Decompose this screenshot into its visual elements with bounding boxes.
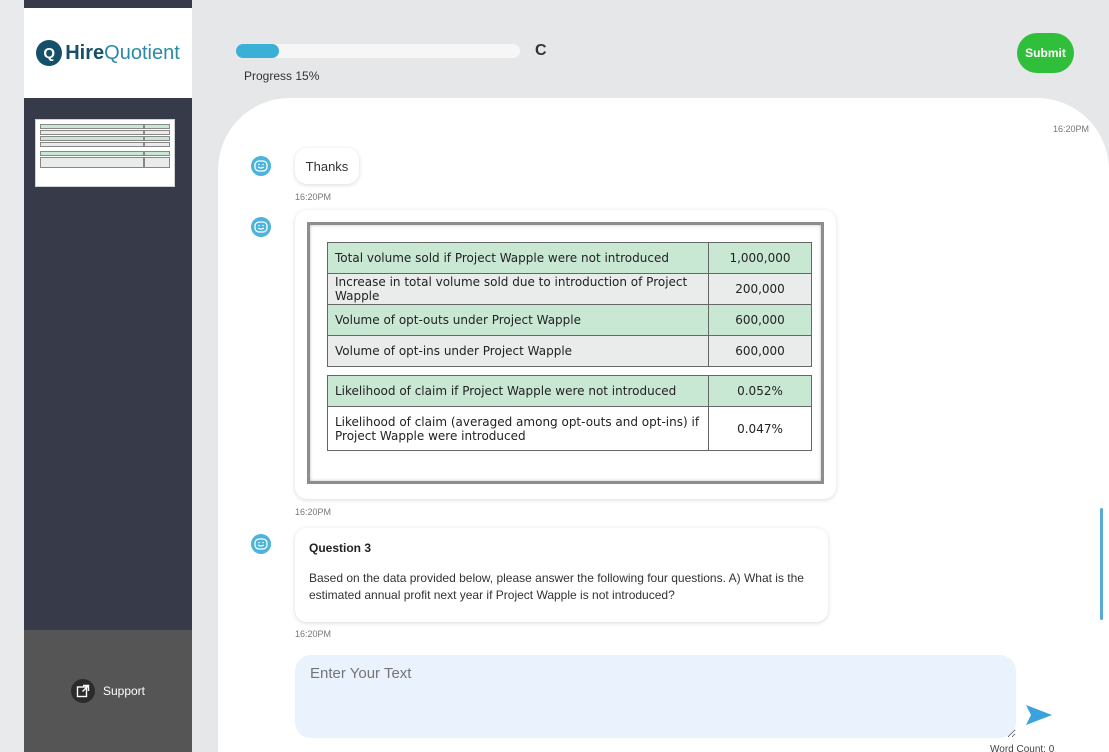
submit-button[interactable]: Submit xyxy=(1017,33,1074,73)
scrollbar[interactable] xyxy=(1100,508,1103,620)
support-area: Support xyxy=(24,630,192,752)
timestamp: 16:20PM xyxy=(295,507,332,517)
table-row: Total volume sold if Project Wapple were… xyxy=(327,242,812,274)
table-cell-label: Volume of opt-ins under Project Wapple xyxy=(327,335,709,367)
table-row: Increase in total volume sold due to int… xyxy=(327,273,812,305)
progress-label: Progress 15% xyxy=(244,69,320,83)
left-strip xyxy=(0,0,24,752)
sidebar: Q Hire Quotient Support xyxy=(24,0,192,752)
table-row: Likelihood of claim if Project Wapple we… xyxy=(327,375,812,407)
table-cell-value: 1,000,000 xyxy=(708,242,812,274)
progress-fill xyxy=(236,44,279,58)
question-thumbnail[interactable] xyxy=(35,119,175,187)
timestamp: 16:20PM xyxy=(295,629,332,639)
external-link-icon xyxy=(70,679,95,703)
logo-mark-icon: Q xyxy=(36,40,63,66)
table-cell-value: 0.052% xyxy=(708,375,812,407)
data-table-image: Total volume sold if Project Wapple were… xyxy=(307,222,824,484)
bot-avatar-icon xyxy=(251,156,271,176)
table-row: Volume of opt-ins under Project Wapple 60… xyxy=(327,335,812,367)
table-cell-value: 0.047% xyxy=(708,406,812,451)
chat-bubble: Thanks xyxy=(295,148,359,184)
progress-bar xyxy=(236,44,520,58)
table-row: Likelihood of claim (averaged among opt-… xyxy=(327,406,812,451)
table-cell-label: Increase in total volume sold due to int… xyxy=(327,273,709,305)
timestamp: 16:20PM xyxy=(1052,124,1089,134)
table-cell-value: 200,000 xyxy=(708,273,812,305)
table-cell-label: Volume of opt-outs under Project Wapple xyxy=(327,304,709,336)
table-cell-label: Total volume sold if Project Wapple were… xyxy=(327,242,709,274)
logo-hire-text: Hire xyxy=(65,41,105,64)
table-message-bubble: Total volume sold if Project Wapple were… xyxy=(295,210,836,499)
bot-avatar-icon xyxy=(251,217,271,237)
send-icon[interactable] xyxy=(1025,703,1053,732)
question-bubble: Question 3 Based on the data provided be… xyxy=(295,528,828,622)
table-row: Volume of opt-outs under Project Wapple 6… xyxy=(327,304,812,336)
question-title: Question 3 xyxy=(309,541,372,555)
bot-avatar-icon xyxy=(251,534,271,554)
word-count: Word Count: 0 xyxy=(990,744,1055,752)
data-table-bottom: Likelihood of claim if Project Wapple we… xyxy=(327,375,812,451)
question-text: Based on the data provided below, please… xyxy=(309,571,804,602)
brand-logo: Q Hire Quotient xyxy=(24,8,192,98)
support-label: Support xyxy=(102,684,146,698)
logo-quotient-text: Quotient xyxy=(104,41,180,64)
table-cell-label: Likelihood of claim (averaged among opt-… xyxy=(327,406,709,451)
message-text: Thanks xyxy=(305,158,349,174)
table-cell-value: 600,000 xyxy=(708,304,812,336)
header: Progress 15% C Submit xyxy=(192,0,1109,110)
support-button[interactable]: Support xyxy=(70,679,146,703)
data-table-top: Total volume sold if Project Wapple were… xyxy=(327,242,812,367)
chat-panel: 16:20PM Thanks 16:20PM Total volume sold… xyxy=(218,98,1109,752)
table-cell-value: 600,000 xyxy=(708,335,812,367)
answer-input[interactable] xyxy=(295,655,1016,738)
table-cell-label: Likelihood of claim if Project Wapple we… xyxy=(327,375,709,407)
timestamp: 16:20PM xyxy=(295,192,332,202)
refresh-icon[interactable]: C xyxy=(535,42,547,60)
